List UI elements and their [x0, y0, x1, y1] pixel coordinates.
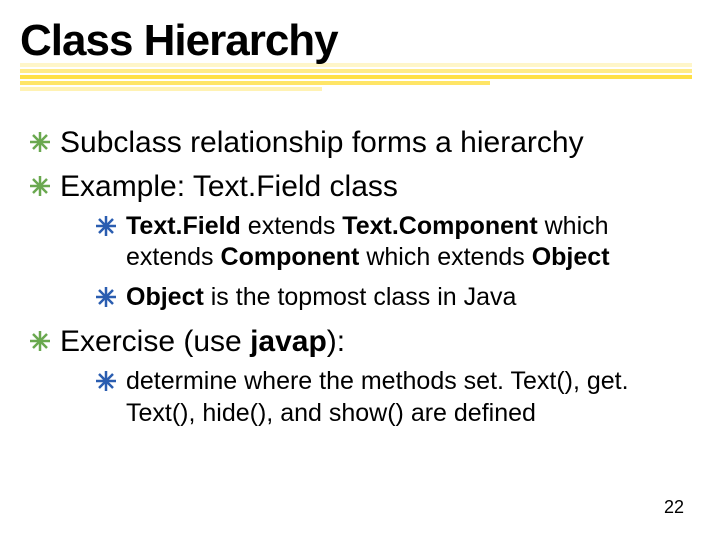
- slide: Class Hierarchy Subclass relationship fo…: [0, 0, 720, 540]
- title-area: Class Hierarchy: [20, 18, 700, 64]
- title-underline: [20, 63, 692, 91]
- slide-body: Subclass relationship forms a hierarchy …: [30, 120, 690, 439]
- bullet-example: Example: Text.Field class Text.Field ext…: [30, 168, 690, 313]
- sub-bullet-text: Text.Field extends Text.Component which …: [126, 212, 610, 271]
- bullet-list: Subclass relationship forms a hierarchy …: [30, 124, 690, 429]
- sub-bullet-textfield-extends: Text.Field extends Text.Component which …: [96, 211, 690, 274]
- bullet-text: Example: Text.Field class: [60, 170, 398, 203]
- bullet-exercise: Exercise (use javap): determine where th…: [30, 323, 690, 429]
- asterisk-icon: [96, 371, 116, 391]
- sub-list: Text.Field extends Text.Component which …: [60, 211, 690, 313]
- bullet-subclass-relationship: Subclass relationship forms a hierarchy: [30, 124, 690, 162]
- sub-bullet-object-topmost: Object is the topmost class in Java: [96, 282, 690, 313]
- sub-bullet-determine-methods: determine where the methods set. Text(),…: [96, 366, 690, 429]
- sub-bullet-text: Object is the topmost class in Java: [126, 283, 516, 311]
- asterisk-icon: [30, 331, 50, 351]
- sub-list: determine where the methods set. Text(),…: [60, 366, 690, 429]
- asterisk-icon: [96, 216, 116, 236]
- bullet-text: Subclass relationship forms a hierarchy: [60, 126, 584, 159]
- bullet-text: Exercise (use javap):: [60, 325, 345, 358]
- sub-bullet-text: determine where the methods set. Text(),…: [126, 367, 629, 426]
- page-number: 22: [664, 497, 684, 518]
- asterisk-icon: [96, 287, 116, 307]
- asterisk-icon: [30, 176, 50, 196]
- slide-title: Class Hierarchy: [20, 18, 700, 64]
- asterisk-icon: [30, 132, 50, 152]
